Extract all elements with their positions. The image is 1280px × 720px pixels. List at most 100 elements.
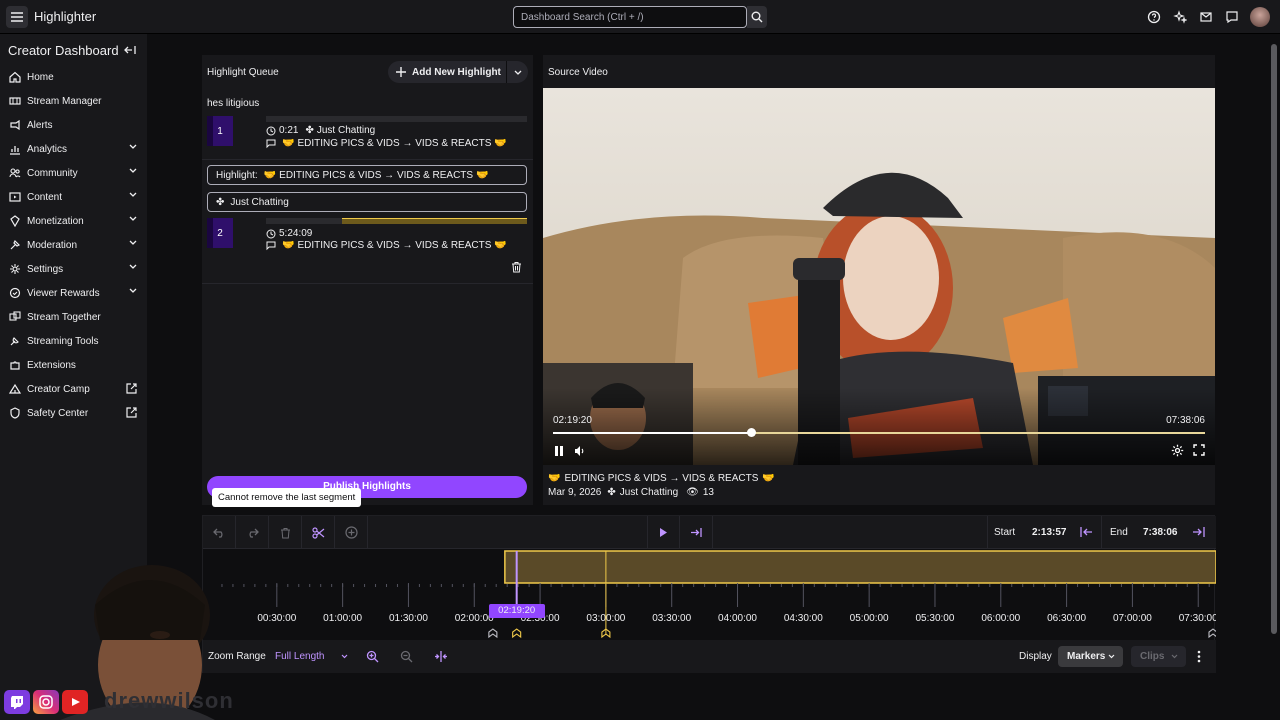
- sidebar-item-stream-manager[interactable]: Stream Manager: [0, 89, 147, 113]
- whispers-icon[interactable]: [1224, 7, 1240, 27]
- segment-duration: 5:24:09: [279, 228, 313, 239]
- delete-segment-icon[interactable]: [269, 516, 302, 549]
- gear-icon[interactable]: [1171, 444, 1184, 457]
- category-field[interactable]: ✤ Just Chatting: [207, 192, 527, 212]
- segment-title-row: 🤝 EDITING PICS & VIDS → VIDS & REACTS 🤝: [266, 240, 507, 251]
- sidebar-item-label: Viewer Rewards: [27, 287, 100, 299]
- playhead-time[interactable]: 02:19:20: [488, 604, 545, 618]
- editor-toolbar: Start 2:13:57 End 7:38:06: [203, 516, 1216, 549]
- zoom-range-select[interactable]: Full Length: [275, 651, 324, 662]
- video-player[interactable]: 02:19:20 07:38:06: [543, 88, 1215, 465]
- sidebar-item-label: Analytics: [27, 143, 68, 155]
- clips-chip[interactable]: Clips: [1131, 646, 1186, 667]
- sidebar-item-label: Home: [27, 71, 54, 83]
- category-icon: ✤: [305, 125, 314, 136]
- search-icon[interactable]: [747, 6, 767, 28]
- pause-icon[interactable]: [554, 445, 564, 457]
- segment-number[interactable]: 1: [207, 116, 233, 146]
- handshake-icon: 🤝: [282, 240, 295, 251]
- start-value[interactable]: 2:13:57: [1032, 527, 1066, 538]
- divider: [987, 516, 988, 549]
- scrollbar[interactable]: [1271, 44, 1277, 634]
- stream-together-icon: [8, 310, 22, 324]
- add-highlight-button[interactable]: Add New Highlight: [388, 61, 528, 83]
- sparkle-icon[interactable]: [1172, 7, 1188, 27]
- redo-icon[interactable]: [236, 516, 269, 549]
- chevron-down-icon[interactable]: [506, 61, 528, 83]
- play-selection-icon[interactable]: [680, 516, 713, 549]
- add-segment-icon[interactable]: [335, 516, 368, 549]
- search-input[interactable]: Dashboard Search (Ctrl + /): [513, 6, 747, 28]
- add-highlight-label: Add New Highlight: [412, 66, 501, 78]
- sidebar-item-label: Streaming Tools: [27, 335, 99, 347]
- set-end-icon[interactable]: [1192, 526, 1205, 538]
- stream-info-row: Mar 9, 2026 ✤ Just Chatting 👁 13: [548, 487, 714, 498]
- sidebar-item-monetization[interactable]: Monetization: [0, 209, 147, 233]
- twitch-icon: [4, 690, 30, 714]
- sidebar-item-home[interactable]: Home: [0, 65, 147, 89]
- sidebar-item-label: Stream Together: [27, 311, 101, 323]
- chevron-down-icon[interactable]: [129, 288, 137, 293]
- marker-flag-icon: [488, 628, 498, 639]
- watermark: drewwilson: [104, 688, 234, 713]
- trash-icon[interactable]: [511, 261, 522, 273]
- chevron-down-icon[interactable]: [129, 144, 137, 149]
- sidebar-item-label: Safety Center: [27, 407, 89, 419]
- sidebar-item-creator-camp[interactable]: Creator Camp: [0, 377, 147, 401]
- collapse-icon[interactable]: [124, 45, 136, 55]
- timeline-track[interactable]: 00:30:00 01:00:00 01:30:00 02:00:00 02:30:00…: [203, 549, 1216, 639]
- scissors-icon[interactable]: [302, 516, 335, 549]
- zoom-in-icon[interactable]: [366, 650, 379, 663]
- home-icon: [8, 70, 22, 84]
- end-label: End: [1110, 527, 1128, 538]
- menu-icon[interactable]: [6, 6, 28, 28]
- help-icon[interactable]: [1146, 7, 1162, 27]
- markers-chip[interactable]: Markers: [1058, 646, 1123, 667]
- chevron-down-icon[interactable]: [129, 192, 137, 197]
- sidebar-item-extensions[interactable]: Extensions: [0, 353, 147, 377]
- inbox-icon[interactable]: [1198, 7, 1214, 27]
- sidebar-item-analytics[interactable]: Analytics: [0, 137, 147, 161]
- set-start-icon[interactable]: [1080, 526, 1093, 538]
- sidebar-item-label: Stream Manager: [27, 95, 102, 107]
- chevron-down-icon[interactable]: [129, 216, 137, 221]
- avatar[interactable]: [1250, 7, 1270, 27]
- selected-segment: [504, 550, 1216, 584]
- fit-icon[interactable]: [434, 650, 448, 663]
- segment-meta: 5:24:09: [266, 228, 312, 239]
- sidebar-item-alerts[interactable]: Alerts: [0, 113, 147, 137]
- sidebar-item-content[interactable]: Content: [0, 185, 147, 209]
- segment-number[interactable]: 2: [207, 218, 233, 248]
- tick-label: 07:00:00: [1113, 613, 1152, 624]
- chevron-down-icon[interactable]: [341, 654, 348, 659]
- queue-title: Highlight Queue: [207, 67, 279, 78]
- sidebar-item-settings[interactable]: Settings: [0, 257, 147, 281]
- sidebar-title: Creator Dashboard: [8, 43, 119, 58]
- handshake-icon: 🤝: [476, 169, 489, 181]
- more-icon[interactable]: [1197, 650, 1201, 663]
- chevron-down-icon[interactable]: [129, 240, 137, 245]
- chevron-down-icon[interactable]: [129, 264, 137, 269]
- sidebar-item-stream-together[interactable]: Stream Together: [0, 305, 147, 329]
- source-video-panel: Source Video 02:19:20 07:38:06 🤝 EDITING…: [543, 55, 1215, 505]
- sidebar-item-safety-center[interactable]: Safety Center: [0, 401, 147, 425]
- tick-label: 00:30:00: [257, 613, 296, 624]
- play-icon[interactable]: [647, 516, 680, 549]
- tick-label: 05:30:00: [915, 613, 954, 624]
- analytics-icon: [8, 142, 22, 156]
- sidebar-item-moderation[interactable]: Moderation: [0, 233, 147, 257]
- progress-handle[interactable]: [746, 428, 756, 437]
- clips-label: Clips: [1140, 651, 1165, 662]
- clock-icon: [266, 229, 276, 238]
- sidebar-item-label: Alerts: [27, 119, 53, 131]
- zoom-out-icon[interactable]: [400, 650, 413, 663]
- sidebar-item-streaming-tools[interactable]: Streaming Tools: [0, 329, 147, 353]
- marker-flag-icon: [512, 628, 522, 639]
- volume-icon[interactable]: [574, 445, 586, 457]
- sidebar-item-viewer-rewards[interactable]: Viewer Rewards: [0, 281, 147, 305]
- sidebar-item-community[interactable]: Community: [0, 161, 147, 185]
- chevron-down-icon[interactable]: [129, 168, 137, 173]
- highlight-title-field[interactable]: Highlight: 🤝 EDITING PICS & VIDS → VIDS …: [207, 165, 527, 185]
- fullscreen-icon[interactable]: [1193, 444, 1205, 456]
- end-value[interactable]: 7:38:06: [1143, 527, 1177, 538]
